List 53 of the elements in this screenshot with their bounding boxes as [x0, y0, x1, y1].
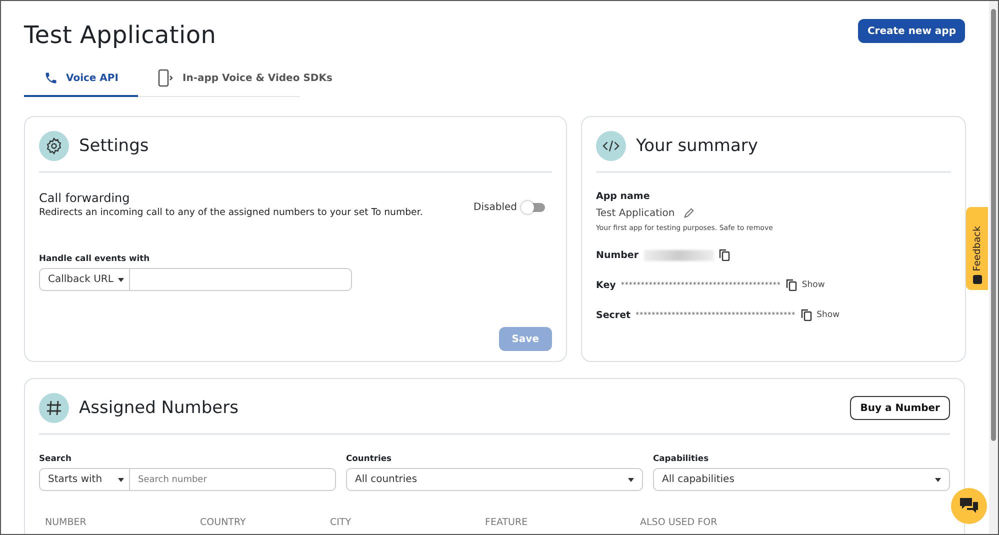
field-label: Key — [596, 280, 616, 290]
chat-bubbles-icon — [959, 497, 979, 515]
show-link[interactable]: Show — [802, 280, 825, 290]
feedback-tab[interactable]: Feedback — [966, 207, 988, 290]
column-header: CITY — [330, 517, 352, 528]
tab[interactable]: In-app Voice & Video SDKs — [138, 65, 352, 97]
scrollbar[interactable] — [989, 1, 998, 534]
caret-icon — [935, 478, 941, 482]
section-title: Call forwarding — [39, 191, 131, 205]
blurred-number — [644, 250, 714, 260]
copy-icon[interactable] — [718, 249, 730, 261]
field-label: Countries — [346, 453, 392, 463]
callback-select[interactable]: Callback URL — [39, 268, 130, 291]
chat-button[interactable] — [951, 488, 987, 524]
caret-icon — [118, 478, 124, 482]
show-link[interactable]: Show — [816, 310, 840, 320]
field-label: Handle call events with — [39, 253, 151, 263]
page-title: Test Application — [24, 21, 216, 49]
mobile-device-icon — [158, 69, 174, 87]
search-mode-select[interactable]: Starts with — [39, 468, 130, 491]
capabilities-select[interactable]: All capabilities — [653, 468, 950, 491]
column-header: FEATURE — [485, 517, 529, 528]
card-title: Your summary — [636, 136, 758, 156]
field-label: Capabilities — [653, 453, 710, 463]
tab[interactable]: Voice API — [24, 65, 138, 97]
field-label: App name — [596, 191, 651, 202]
copy-icon[interactable] — [800, 309, 812, 321]
pencil-icon[interactable] — [682, 208, 694, 219]
column-header: ALSO USED FOR — [640, 517, 718, 528]
search-field[interactable]: Search number — [130, 468, 336, 491]
callback-url-field[interactable] — [130, 268, 352, 291]
toggle-switch[interactable] — [523, 202, 545, 212]
create-app-button[interactable]: Create new app — [858, 19, 965, 43]
field-label: Search — [39, 453, 72, 463]
caret-icon — [628, 478, 634, 482]
app-name: Test Application — [596, 208, 675, 219]
feedback-icon — [972, 275, 982, 284]
card-title: Settings — [79, 136, 149, 156]
gear-icon — [45, 137, 63, 155]
phone-icon — [44, 71, 58, 85]
buy-number-button[interactable]: Buy a Number — [850, 396, 950, 420]
column-header: COUNTRY — [200, 517, 247, 528]
copy-icon[interactable] — [786, 279, 797, 291]
field-label: Secret — [596, 310, 631, 320]
code-icon — [602, 139, 620, 153]
caret-icon — [118, 278, 124, 282]
toggle-label: Disabled — [474, 202, 517, 212]
description-text: Redirects an incoming call to any of the assigned numbers to your set To number. — [39, 207, 423, 218]
field-label: Number — [596, 250, 639, 260]
hash-icon — [46, 400, 62, 416]
card-title: Assigned Numbers — [79, 398, 238, 418]
countries-select[interactable]: All countries — [346, 468, 643, 491]
column-header: NUMBER — [45, 517, 88, 528]
